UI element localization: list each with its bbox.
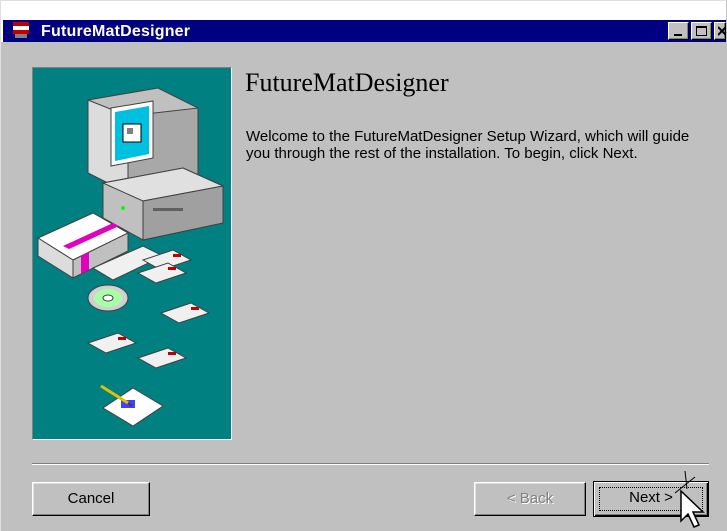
setup-illustration (36, 87, 225, 427)
close-icon (718, 26, 726, 36)
wizard-illustration-panel (32, 67, 232, 440)
title-bar[interactable]: FutureMatDesigner (1, 1, 726, 42)
close-button[interactable] (714, 22, 726, 40)
cd-icon (87, 284, 129, 312)
minimize-button[interactable] (668, 22, 689, 40)
back-button[interactable]: < Back (474, 482, 586, 516)
mouse-pointer-icon (674, 470, 705, 528)
setup-wizard-window: FutureMatDesigner FutureMatDesigner Welc… (0, 0, 727, 531)
maximize-icon (696, 26, 707, 36)
minimize-icon (674, 34, 682, 36)
wizard-heading: FutureMatDesigner (245, 68, 449, 97)
cancel-button[interactable]: Cancel (32, 482, 150, 516)
welcome-text: Welcome to the FutureMatDesigner Setup W… (246, 128, 690, 162)
installer-app-icon[interactable] (11, 21, 33, 39)
registration-card-icon (100, 384, 164, 427)
computer-icon (87, 87, 225, 241)
maximize-button[interactable] (691, 22, 712, 40)
title-bar-controls (668, 22, 726, 40)
footer-separator (32, 463, 709, 465)
window-title: FutureMatDesigner (41, 23, 191, 40)
